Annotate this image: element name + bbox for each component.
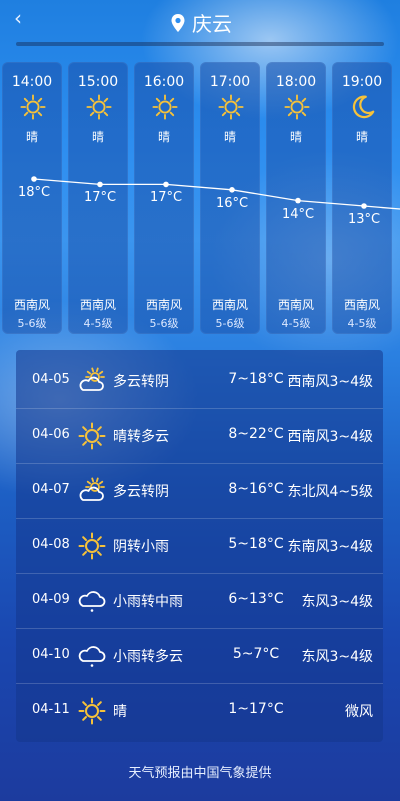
daily-temperature-range: 6~13°C	[228, 591, 284, 607]
trend-point	[31, 176, 37, 182]
trend-point	[295, 197, 301, 204]
hourly-temperature: 16°C	[215, 195, 249, 211]
daily-temperature-range: 1~17°C	[228, 701, 284, 717]
daily-temperature-range: 5~7°C	[232, 646, 280, 662]
hourly-forecast[interactable]: 14:00 晴西南风 5-6级 15:00 晴西南风 4-5级 16:00 晴西南风 5-6级 1…	[0, 62, 400, 334]
trend-point	[97, 181, 103, 188]
daily-date: 04-10	[32, 647, 70, 662]
header-divider	[16, 42, 384, 46]
hourly-temperature: 17°C	[149, 190, 183, 206]
daily-row[interactable]: 04-07 多云转阴 8~16°C 东北风4~5级	[16, 464, 383, 519]
daily-condition: 阴转小雨	[113, 539, 169, 555]
trend-point	[163, 181, 169, 188]
daily-date: 04-05	[32, 372, 70, 387]
daily-wind: 西南风3~4级	[287, 429, 373, 445]
location-pin-icon	[171, 13, 185, 32]
daily-row[interactable]: 04-06 晴转多云 8~22°C 西南风3~4级	[16, 409, 383, 464]
daily-date: 04-11	[32, 702, 70, 717]
city-name: 庆云	[192, 12, 232, 36]
daily-wind: 东南风3~4级	[287, 539, 373, 555]
daily-row[interactable]: 04-09 小雨转中雨 6~13°C 东风3~4级	[16, 574, 383, 629]
daily-condition: 多云转阴	[113, 374, 169, 390]
daily-date: 04-06	[32, 427, 70, 442]
daily-row[interactable]: 04-08 阴转小雨 5~18°C 东南风3~4级	[16, 519, 383, 574]
trend-point	[229, 187, 235, 193]
daily-condition: 晴	[113, 704, 127, 720]
partly-cloudy-icon	[78, 367, 106, 395]
daily-wind: 东风3~4级	[301, 649, 373, 665]
daily-condition: 晴转多云	[113, 429, 169, 445]
hourly-temperature: 18°C	[17, 185, 51, 200]
rain-cloud-icon	[78, 642, 106, 670]
daily-row[interactable]: 04-05 多云转阴 7~18°C 西南风3~4级	[16, 354, 383, 409]
daily-row[interactable]: 04-11 晴 1~17°C 微风	[16, 684, 383, 738]
daily-date: 04-09	[32, 592, 70, 607]
daily-wind: 西南风3~4级	[287, 374, 373, 390]
partly-cloudy-icon	[78, 477, 106, 505]
rain-cloud-icon	[78, 587, 106, 615]
hourly-temperature: 17°C	[83, 190, 117, 206]
daily-date: 04-07	[32, 482, 70, 497]
daily-condition: 多云转阴	[113, 484, 169, 500]
daily-condition: 小雨转中雨	[113, 594, 183, 610]
daily-wind: 微风	[345, 704, 373, 720]
daily-date: 04-08	[32, 537, 70, 552]
daily-forecast-list: 04-05 多云转阴 7~18°C 西南风3~4级 04-06 晴转多云 8~22°C 西南风…	[16, 350, 383, 742]
daily-wind: 东北风4~5级	[287, 484, 373, 500]
daily-condition: 小雨转多云	[113, 649, 183, 665]
hourly-temperature: 14°C	[281, 206, 315, 222]
header: ‹ 庆云	[0, 0, 400, 40]
city-title[interactable]: 庆云	[170, 8, 232, 37]
sun-icon	[78, 697, 106, 725]
hourly-temperature: 13°C	[347, 212, 381, 227]
back-icon[interactable]: ‹	[14, 6, 22, 30]
data-source-note: 天气预报由中国气象提供	[128, 766, 272, 781]
daily-row[interactable]: 04-10 小雨转多云 5~7°C 东风3~4级	[16, 629, 383, 684]
trend-point	[361, 203, 367, 209]
daily-wind: 东风3~4级	[301, 594, 373, 610]
sun-icon	[78, 532, 106, 560]
sun-icon	[78, 422, 106, 450]
